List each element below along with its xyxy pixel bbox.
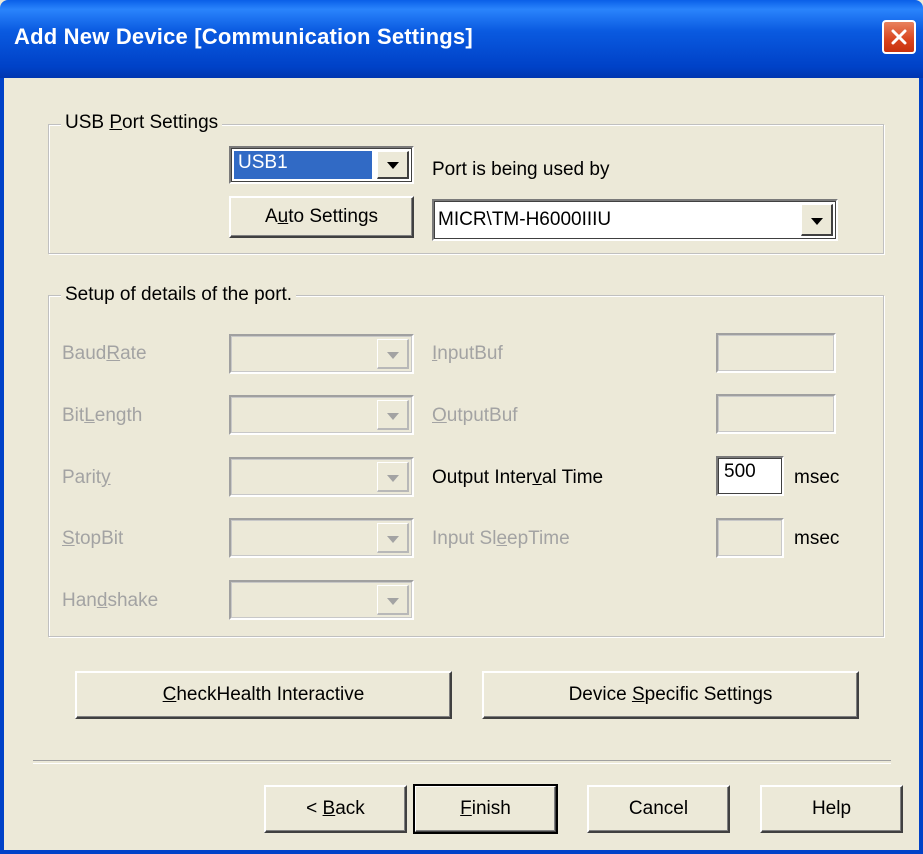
- input-sleeptime-field[interactable]: [716, 518, 784, 558]
- output-interval-label: Output Interval Time: [432, 467, 604, 488]
- outputbuf-field[interactable]: [716, 394, 836, 434]
- close-icon: [891, 29, 907, 45]
- input-sleeptime-unit: msec: [794, 528, 840, 549]
- bitlength-dropdown-button[interactable]: [377, 400, 409, 430]
- bitlength-label: BitLength: [62, 405, 143, 426]
- parity-select[interactable]: [229, 457, 414, 497]
- device-select[interactable]: MICR\TM-H6000IIIU: [432, 199, 838, 241]
- frame-bottom: [0, 850, 923, 854]
- frame-right: [919, 78, 923, 854]
- help-button[interactable]: Help: [760, 785, 903, 833]
- usb-port-settings-label: USB Port Settings: [61, 112, 223, 134]
- output-interval-field[interactable]: 500: [716, 456, 784, 496]
- back-button[interactable]: < Back: [264, 785, 407, 833]
- close-button[interactable]: [882, 20, 916, 54]
- parity-dropdown-button[interactable]: [377, 462, 409, 492]
- auto-settings-button[interactable]: Auto Settings: [229, 196, 414, 238]
- outputbuf-label: OutputBuf: [432, 405, 518, 426]
- handshake-select[interactable]: [229, 580, 414, 620]
- chevron-down-icon: [387, 475, 399, 482]
- baudrate-select[interactable]: [229, 334, 414, 374]
- chevron-down-icon: [387, 352, 399, 359]
- handshake-label: Handshake: [62, 590, 159, 611]
- output-interval-value: 500: [724, 461, 756, 482]
- cancel-button[interactable]: Cancel: [587, 785, 730, 833]
- usb-port-dropdown-button[interactable]: [377, 151, 409, 179]
- baudrate-dropdown-button[interactable]: [377, 339, 409, 369]
- stopbit-label: StopBit: [62, 528, 124, 549]
- inputbuf-field[interactable]: [716, 333, 836, 373]
- chevron-down-icon: [387, 162, 399, 169]
- checkhealth-interactive-button[interactable]: CheckHealth Interactive: [75, 671, 452, 719]
- handshake-dropdown-button[interactable]: [377, 585, 409, 615]
- stopbit-dropdown-button[interactable]: [377, 523, 409, 553]
- input-sleeptime-label: Input SleepTime: [432, 528, 570, 549]
- title-bar[interactable]: Add New Device [Communication Settings]: [0, 0, 923, 78]
- chevron-down-icon: [387, 536, 399, 543]
- frame-left: [0, 78, 4, 854]
- device-specific-settings-button[interactable]: Device Specific Settings: [482, 671, 859, 719]
- window-title: Add New Device [Communication Settings]: [14, 24, 473, 49]
- port-used-by-label: Port is being used by: [432, 159, 610, 180]
- baudrate-label: BaudRate: [62, 343, 147, 364]
- parity-label: Parity: [62, 467, 111, 488]
- bitlength-select[interactable]: [229, 395, 414, 435]
- chevron-down-icon: [811, 218, 823, 225]
- device-dropdown-button[interactable]: [801, 204, 833, 236]
- dialog-window: Add New Device [Communication Settings] …: [0, 0, 923, 854]
- usb-port-value: USB1: [238, 152, 288, 173]
- output-interval-unit: msec: [794, 467, 840, 488]
- finish-button[interactable]: Finish: [413, 784, 558, 834]
- stopbit-select[interactable]: [229, 518, 414, 558]
- chevron-down-icon: [387, 598, 399, 605]
- inputbuf-label: InputBuf: [432, 343, 503, 364]
- device-value: MICR\TM-H6000IIIU: [438, 209, 612, 230]
- port-details-label: Setup of details of the port.: [61, 284, 297, 306]
- chevron-down-icon: [387, 413, 399, 420]
- separator: [33, 760, 891, 764]
- usb-port-select[interactable]: USB1: [229, 146, 414, 184]
